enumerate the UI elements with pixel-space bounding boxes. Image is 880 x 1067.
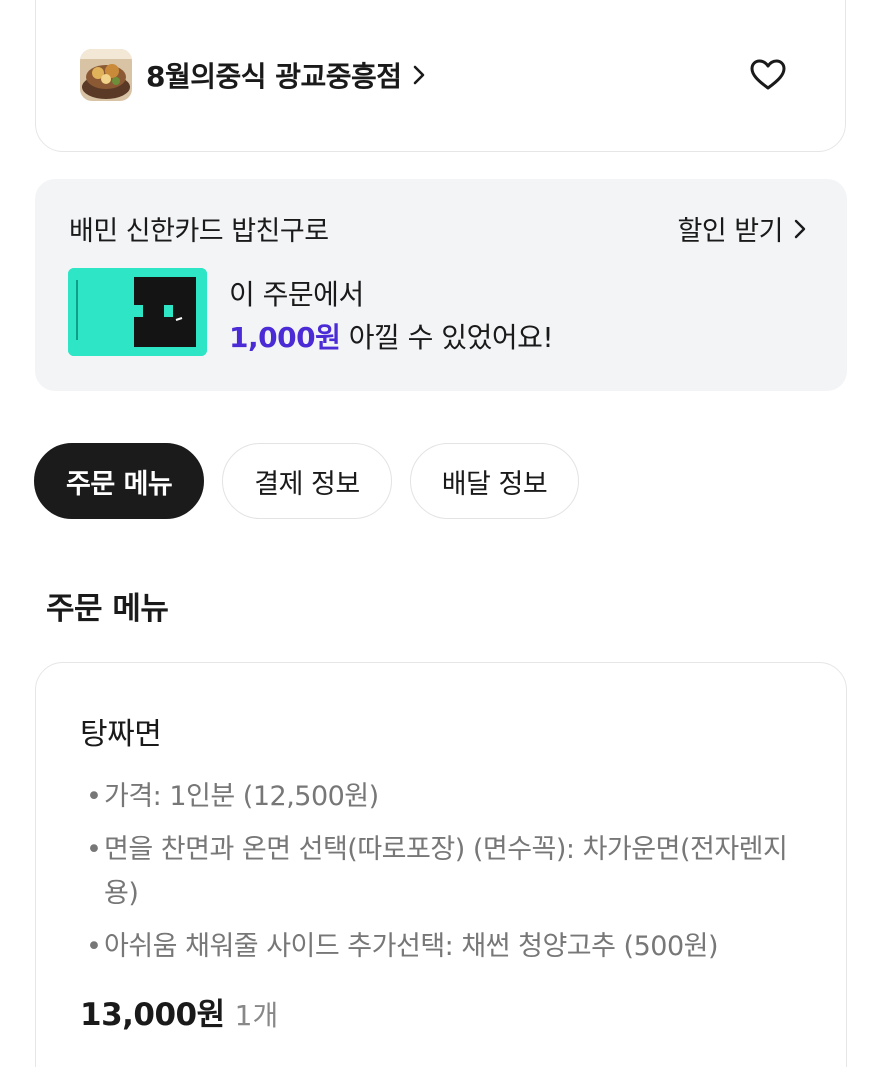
store-name-link[interactable]: 8월의중식 광교중흥점 (146, 55, 428, 95)
store-thumbnail[interactable] (80, 49, 132, 101)
detail-tabs: 주문 메뉴 결제 정보 배달 정보 (34, 443, 580, 519)
tab-payment-info[interactable]: 결제 정보 (222, 443, 392, 519)
chevron-right-icon (413, 65, 424, 85)
item-quantity: 1개 (234, 999, 279, 1032)
section-title: 주문 메뉴 (46, 591, 169, 627)
tab-delivery-info[interactable]: 배달 정보 (409, 443, 580, 519)
order-item-card: 탕짜면 • 가격: 1인분 (12,500원) • 면을 찬면과 온면 선택(따로포… (35, 662, 847, 1067)
item-price: 13,000원 (80, 997, 225, 1033)
option-item: • 가격: 1인분 (12,500원) (86, 781, 379, 812)
chevron-right-icon (794, 219, 806, 238)
item-name: 탕짜면 (80, 717, 162, 752)
promo-amount: 1,000원 (229, 321, 341, 354)
discount-link-label: 할인 받기 (677, 216, 784, 247)
item-options: • 가격: 1인분 (12,500원) • 면을 찬면과 온면 선택(따로포장) (… (80, 775, 810, 978)
tab-order-menu[interactable]: 주문 메뉴 (34, 443, 205, 519)
option-item: • 면을 찬면과 온면 선택(따로포장) (면수꼭): 차가운면(전자렌지용) (86, 834, 788, 909)
promo-title: 배민 신한카드 밥친구로 (69, 216, 329, 247)
order-detail-page: 8월의중식 광교중흥점 배민 신한카드 밥친구로 할인 받기 이 주문에서 1,… (0, 0, 880, 1067)
promo-line1: 이 주문에서 (229, 278, 364, 311)
store-card: 8월의중식 광교중흥점 (35, 0, 846, 152)
credit-card-image (68, 268, 207, 356)
store-name: 8월의중식 광교중흥점 (146, 60, 402, 93)
promo-line2: 1,000원 아낄 수 있었어요! (229, 316, 554, 356)
card-promo-banner[interactable]: 배민 신한카드 밥친구로 할인 받기 이 주문에서 1,000원 아낄 수 있었… (35, 179, 847, 391)
promo-line2-suffix: 아낄 수 있었어요! (340, 321, 554, 354)
heart-icon[interactable] (748, 55, 788, 95)
price-row: 13,000원 1개 (80, 989, 278, 1034)
discount-link[interactable]: 할인 받기 (678, 209, 807, 248)
option-item: • 아쉬움 채워줄 사이드 추가선택: 채썬 청양고추 (500원) (86, 931, 719, 962)
